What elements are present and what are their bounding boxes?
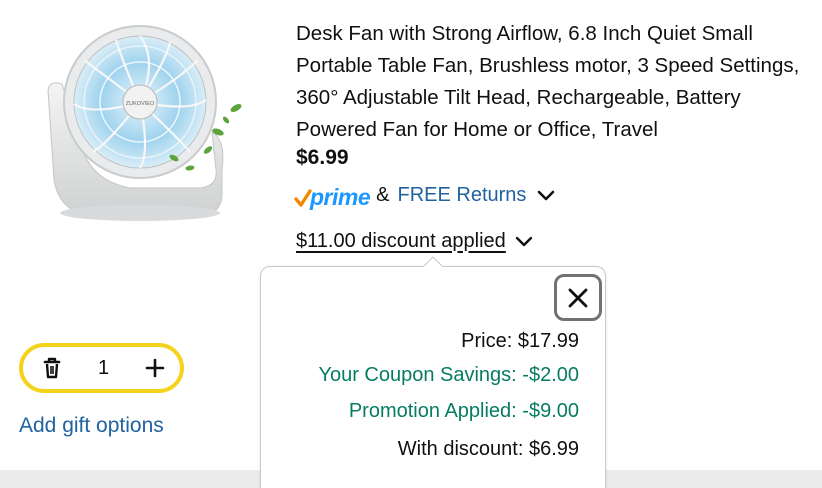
- delete-button[interactable]: [41, 356, 63, 380]
- popover-arrow: [423, 256, 443, 267]
- discount-toggle[interactable]: $11.00 discount applied: [296, 226, 534, 256]
- discount-applied-label[interactable]: $11.00 discount applied: [296, 230, 506, 253]
- quantity-value: 1: [97, 356, 110, 379]
- increment-button[interactable]: [144, 356, 166, 380]
- promotion-applied-line: Promotion Applied: -$9.00: [348, 400, 579, 422]
- prime-logo: prime: [294, 181, 371, 210]
- coupon-savings-line: Your Coupon Savings: -$2.00: [318, 364, 579, 386]
- chevron-down-icon[interactable]: [536, 188, 556, 202]
- product-price: $6.99: [296, 146, 349, 169]
- plus-icon: [145, 358, 165, 378]
- chevron-down-icon[interactable]: [514, 234, 534, 248]
- product-title[interactable]: Desk Fan with Strong Airflow, 6.8 Inch Q…: [296, 18, 816, 146]
- close-popover-button[interactable]: [554, 274, 602, 321]
- brand-label: ZUKOVIEO: [126, 101, 155, 107]
- discounted-price-line: With discount: $6.99: [397, 438, 579, 460]
- ampersand: &: [376, 183, 390, 206]
- close-icon: [568, 288, 588, 307]
- quantity-stepper[interactable]: 1: [19, 343, 184, 393]
- free-returns-link[interactable]: FREE Returns: [397, 184, 526, 207]
- desk-fan-image: ZUKOVIEO: [47, 25, 242, 221]
- prime-returns-row: prime & FREE Returns: [294, 180, 556, 210]
- original-price-line: Price: $17.99: [461, 330, 579, 352]
- prime-label: prime: [310, 184, 371, 210]
- add-gift-options-link[interactable]: Add gift options: [19, 414, 164, 438]
- trash-icon: [43, 357, 61, 379]
- product-image[interactable]: ZUKOVIEO: [40, 20, 255, 235]
